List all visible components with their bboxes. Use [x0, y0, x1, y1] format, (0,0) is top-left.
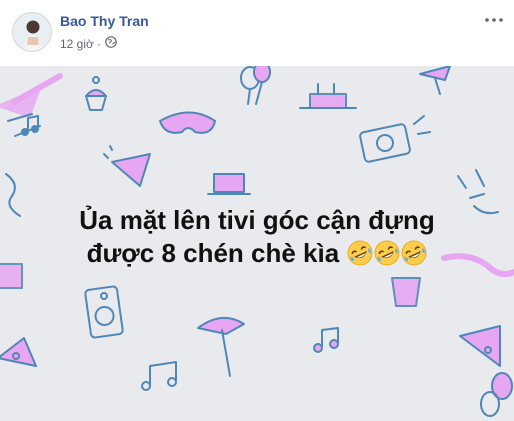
laughing-emoji-icon	[401, 240, 427, 266]
post-meta: 12 giờ ·	[60, 36, 117, 51]
laughing-emoji-icon	[347, 240, 373, 266]
more-options-icon[interactable]	[484, 12, 504, 28]
author-avatar[interactable]	[12, 12, 52, 52]
author-name[interactable]: Bao Thy Tran	[60, 13, 149, 29]
post-text-line-2-words: được 8 chén chè kìa	[86, 238, 340, 268]
post-header: Bao Thy Tran 12 giờ ·	[0, 0, 514, 64]
post-text-line-1: Ủa mặt lên tivi góc cận đựng	[79, 205, 435, 235]
post-text: Ủa mặt lên tivi góc cận đựng được 8 chén…	[0, 204, 514, 270]
laughing-emoji-icon	[374, 240, 400, 266]
post-text-line-2: được 8 chén chè kìa	[0, 237, 514, 270]
post-timestamp[interactable]: 12 giờ	[60, 37, 94, 51]
globe-icon[interactable]	[105, 36, 117, 51]
post-background[interactable]: Ủa mặt lên tivi góc cận đựng được 8 chén…	[0, 66, 514, 421]
separator-dot: ·	[96, 36, 101, 51]
facebook-post: Bao Thy Tran 12 giờ · Ủa mặt lên tivi gó…	[0, 0, 514, 421]
